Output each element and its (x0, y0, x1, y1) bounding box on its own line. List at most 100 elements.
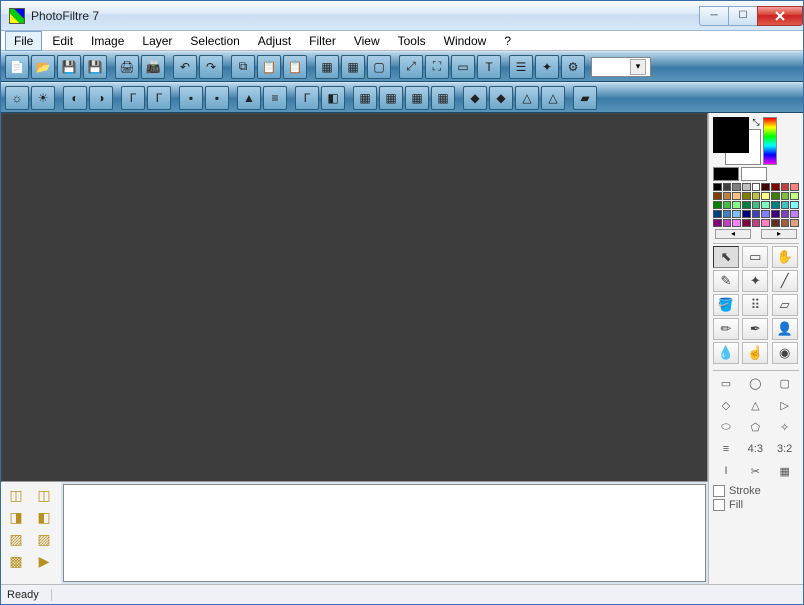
swap-shape[interactable]: ▦ (772, 461, 798, 481)
fill-tool[interactable]: 🪣 (713, 294, 739, 316)
layer-down-icon[interactable]: ◨ (5, 508, 27, 526)
palette-color[interactable] (781, 210, 790, 218)
grid4b-icon[interactable]: ▦ (405, 86, 429, 110)
menu-tools[interactable]: Tools (390, 32, 434, 50)
diamond-shape[interactable]: ◇ (713, 395, 739, 415)
grid4-icon[interactable]: ▦ (353, 86, 377, 110)
crop-shape[interactable]: ✂ (742, 461, 768, 481)
palette-color[interactable] (781, 192, 790, 200)
quick-white-swatch[interactable] (741, 167, 767, 181)
palette-color[interactable] (761, 210, 770, 218)
save-as-icon[interactable]: 💾 (83, 55, 107, 79)
palette-color[interactable] (713, 192, 722, 200)
pipette-tool[interactable]: ▭ (742, 246, 768, 268)
sharpen-icon[interactable]: △ (515, 86, 539, 110)
palette-color[interactable] (752, 210, 761, 218)
ratio43-shape[interactable]: 4:3 (742, 439, 768, 459)
copy-icon[interactable]: ⧉ (231, 55, 255, 79)
palette-color[interactable] (771, 192, 780, 200)
palette-color[interactable] (713, 183, 722, 191)
softgrid-icon[interactable]: ▦ (431, 86, 455, 110)
palette-color[interactable] (713, 219, 722, 227)
palette-color[interactable] (771, 183, 780, 191)
layer-del-icon[interactable]: ▨ (33, 530, 55, 548)
resize-icon[interactable]: ⤢ (399, 55, 423, 79)
layers-icon[interactable]: ☰ (509, 55, 533, 79)
settings-icon[interactable]: ⚙ (561, 55, 585, 79)
ratio1-shape[interactable]: ≡ (713, 439, 739, 459)
print-icon[interactable]: 🖨 (115, 55, 139, 79)
auto-icon[interactable]: ✦ (535, 55, 559, 79)
paste-new-icon[interactable]: 📋 (283, 55, 307, 79)
menu-image[interactable]: Image (83, 32, 132, 50)
gamma-minus-icon[interactable]: Γ (121, 86, 145, 110)
menu-edit[interactable]: Edit (44, 32, 81, 50)
contrast-minus-icon[interactable]: ◐ (63, 86, 87, 110)
blur-tool[interactable]: 💧 (713, 342, 739, 364)
palette-color[interactable] (742, 192, 751, 200)
palette-color[interactable] (742, 210, 751, 218)
advbrush-tool[interactable]: ✒ (742, 318, 768, 340)
levels-icon[interactable]: ≡ (263, 86, 287, 110)
layer-new-icon[interactable]: ◫ (5, 486, 27, 504)
palette-color[interactable] (723, 201, 732, 209)
menu-selection[interactable]: Selection (182, 32, 247, 50)
palette-color[interactable] (761, 183, 770, 191)
palette-color[interactable] (713, 210, 722, 218)
palette-color[interactable] (723, 192, 732, 200)
palette-color[interactable] (732, 210, 741, 218)
ellipse-shape[interactable]: ◯ (742, 373, 768, 393)
close-button[interactable] (757, 6, 803, 26)
brightness-minus-icon[interactable]: ☼ (5, 86, 29, 110)
save-icon[interactable]: 💾 (57, 55, 81, 79)
transparent-icon[interactable]: ▢ (367, 55, 391, 79)
minimize-button[interactable]: ─ (699, 6, 729, 26)
pointer-tool[interactable]: ⬉ (713, 246, 739, 268)
palette-color[interactable] (761, 219, 770, 227)
palette-color[interactable] (771, 201, 780, 209)
wand-tool[interactable]: ✦ (742, 270, 768, 292)
ratio32-shape[interactable]: 3:2 (772, 439, 798, 459)
palette-color[interactable] (761, 201, 770, 209)
spray-tool[interactable]: ⠿ (742, 294, 768, 316)
wand-shape[interactable]: ✧ (772, 417, 798, 437)
quick-black-swatch[interactable] (713, 167, 739, 181)
palette-color[interactable] (732, 201, 741, 209)
poly-shape[interactable]: ⬠ (742, 417, 768, 437)
gamma-auto-icon[interactable]: Γ (295, 86, 319, 110)
stamp-tool[interactable]: 👤 (772, 318, 798, 340)
palette-color[interactable] (713, 201, 722, 209)
selection-icon[interactable]: ▭ (451, 55, 475, 79)
foreground-color-swatch[interactable] (713, 117, 749, 153)
saturation-minus-icon[interactable]: ▪ (179, 86, 203, 110)
paste-icon[interactable]: 📋 (257, 55, 281, 79)
layer-dup-icon[interactable]: ◫ (33, 486, 55, 504)
grid9-icon[interactable]: ▦ (379, 86, 403, 110)
palette-color[interactable] (790, 183, 799, 191)
layer-up-icon[interactable]: ◧ (33, 508, 55, 526)
menu-window[interactable]: Window (436, 32, 495, 50)
palette-next-button[interactable]: ▸ (761, 229, 797, 239)
palette-color[interactable] (790, 201, 799, 209)
maximize-button[interactable]: ☐ (728, 6, 758, 26)
fill-checkbox[interactable]: Fill (713, 499, 799, 511)
palette-color[interactable] (781, 201, 790, 209)
text-shape[interactable]: I (713, 461, 739, 481)
palette-color[interactable] (732, 183, 741, 191)
hand-tool[interactable]: ✋ (772, 246, 798, 268)
contrast-plus-icon[interactable]: ◑ (89, 86, 113, 110)
menu-filter[interactable]: Filter (301, 32, 344, 50)
layer-thumbnails-strip[interactable] (63, 484, 706, 582)
rtriangle-shape[interactable]: ▷ (772, 395, 798, 415)
stroke-checkbox[interactable]: Stroke (713, 485, 799, 497)
palette-color[interactable] (771, 219, 780, 227)
layer-mask-icon[interactable]: ▨ (5, 530, 27, 548)
gradient-icon[interactable]: ▰ (573, 86, 597, 110)
color-spectrum-picker[interactable] (763, 117, 777, 165)
brush-tool[interactable]: ✏ (713, 318, 739, 340)
triangle-shape[interactable]: △ (742, 395, 768, 415)
palette-color[interactable] (761, 192, 770, 200)
menu-layer[interactable]: Layer (134, 32, 180, 50)
layer-trans-icon[interactable]: ▩ (5, 552, 27, 570)
palette-color[interactable] (723, 210, 732, 218)
